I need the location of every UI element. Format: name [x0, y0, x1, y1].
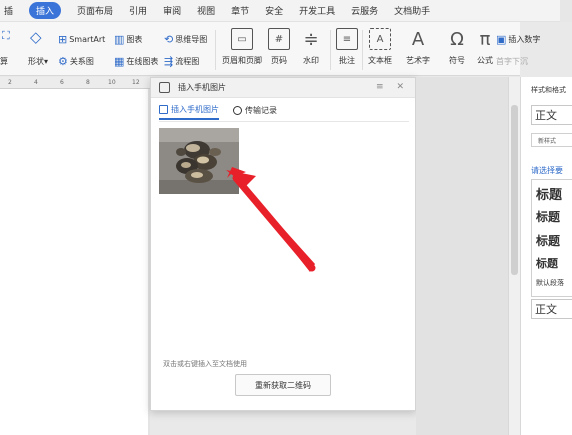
panel-title: 样式和格式: [531, 86, 566, 94]
bottom-style-box[interactable]: 正文: [531, 299, 572, 319]
style-heading-4[interactable]: 标题: [536, 255, 558, 271]
arrow-shaft: [232, 174, 316, 272]
vertical-scrollbar[interactable]: [508, 77, 520, 435]
style-heading-2[interactable]: 标题: [536, 208, 560, 225]
style-default-paragraph[interactable]: 默认段落: [536, 278, 564, 288]
style-heading-1[interactable]: 标题: [536, 184, 562, 203]
current-style-box[interactable]: 正文: [531, 105, 572, 125]
workspace-gap: [416, 77, 508, 435]
style-list: 标题 标题 标题 标题 默认段落: [531, 179, 572, 297]
scrollbar-thumb[interactable]: [511, 105, 518, 275]
styles-panel: 样式和格式 正文 新样式 请选择要 标题 标题 标题 标题 默认段落 正文: [520, 77, 572, 435]
style-heading-3[interactable]: 标题: [536, 232, 560, 249]
choose-style-link[interactable]: 请选择要: [531, 165, 563, 176]
new-style-button[interactable]: 新样式: [531, 133, 572, 147]
